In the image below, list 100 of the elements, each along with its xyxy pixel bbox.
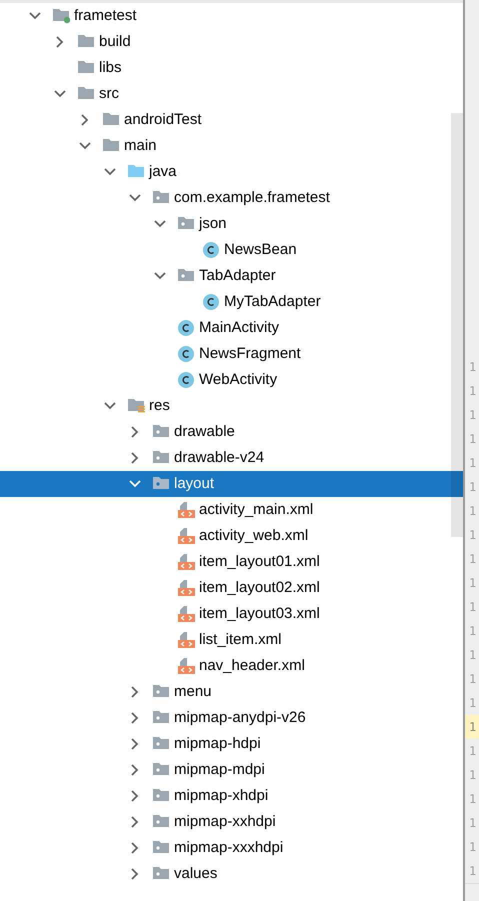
tree-item-label[interactable]: java (149, 162, 177, 182)
tree-item-label[interactable]: NewsFragment (199, 344, 301, 364)
chevron-right-icon[interactable] (131, 712, 139, 724)
tree-item-label[interactable]: list_item.xml (199, 630, 282, 650)
tree-item-label[interactable]: mipmap-xxhdpi (174, 812, 276, 832)
chevron-down-icon[interactable] (54, 90, 66, 98)
tree-item-label[interactable]: build (99, 32, 131, 52)
chevron-right-icon[interactable] (131, 790, 139, 802)
tree-item-label[interactable]: mipmap-hdpi (174, 734, 261, 754)
tree-item-label[interactable]: main (124, 136, 157, 156)
chevron-down-icon[interactable] (79, 142, 91, 150)
tree-row[interactable]: WebActivity (0, 367, 463, 393)
tree-item-label[interactable]: activity_web.xml (199, 526, 308, 546)
tree-item-label[interactable]: json (199, 214, 227, 234)
tree-row[interactable]: build (0, 29, 463, 55)
scrollbar[interactable] (451, 113, 463, 537)
tree-item-label[interactable]: mipmap-xxxhdpi (174, 838, 284, 858)
chevron-down-icon[interactable] (129, 194, 141, 202)
tree-row[interactable]: menu (0, 679, 463, 705)
tree-item-label[interactable]: TabAdapter (199, 266, 276, 286)
tree-item-label[interactable]: mipmap-anydpi-v26 (174, 708, 306, 728)
chevron-right-icon[interactable] (131, 738, 139, 750)
tree-row[interactable]: MainActivity (0, 315, 463, 341)
tree-row[interactable]: com.example.frametest (0, 185, 463, 211)
line-number: 1 (468, 695, 478, 712)
tree-row[interactable]: frametest (0, 3, 463, 29)
tree-row[interactable]: main (0, 133, 463, 159)
line-number: 1 (468, 623, 478, 640)
tree-item-label[interactable]: NewsBean (224, 240, 297, 260)
class-icon (177, 319, 195, 337)
chevron-right-icon[interactable] (81, 114, 89, 126)
tree-item-label[interactable]: values (174, 864, 218, 884)
tree-row[interactable]: mipmap-mdpi (0, 757, 463, 783)
chevron-right-icon[interactable] (131, 816, 139, 828)
tree-row[interactable]: TabAdapter (0, 263, 463, 289)
tree-row[interactable]: list_item.xml (0, 627, 463, 653)
tree-row[interactable]: activity_main.xml (0, 497, 463, 523)
tree-item-label[interactable]: androidTest (124, 110, 202, 130)
chevron-right-icon[interactable] (131, 686, 139, 698)
tree-item-label[interactable]: item_layout01.xml (199, 552, 320, 572)
chevron-right-icon[interactable] (131, 842, 139, 854)
tree-item-label[interactable]: res (149, 396, 170, 416)
tree-row[interactable]: libs (0, 55, 463, 81)
tree-item-label[interactable]: com.example.frametest (174, 188, 330, 208)
module-folder-icon (52, 7, 70, 25)
class-icon (202, 293, 220, 311)
line-number: 1 (465, 715, 479, 739)
tree-item-label[interactable]: nav_header.xml (199, 656, 305, 676)
tree-item-label[interactable]: drawable (174, 422, 235, 442)
line-number: 1 (468, 815, 478, 832)
tree-item-label[interactable]: menu (174, 682, 212, 702)
line-number: 1 (468, 767, 478, 784)
tree-row[interactable]: nav_header.xml (0, 653, 463, 679)
tree-item-label[interactable]: item_layout02.xml (199, 578, 320, 598)
tree-row[interactable]: res (0, 393, 463, 419)
tree-item-label[interactable]: item_layout03.xml (199, 604, 320, 624)
chevron-right-icon[interactable] (131, 452, 139, 464)
tree-item-label[interactable]: mipmap-mdpi (174, 760, 265, 780)
tree-item-label[interactable]: MainActivity (199, 318, 280, 338)
tree-row[interactable]: java (0, 159, 463, 185)
chevron-right-icon[interactable] (56, 36, 64, 48)
tree-row[interactable]: src (0, 81, 463, 107)
tree-row[interactable]: mipmap-xxhdpi (0, 809, 463, 835)
tree-item-label[interactable]: activity_main.xml (199, 500, 314, 520)
tree-row[interactable]: NewsFragment (0, 341, 463, 367)
tree-row[interactable]: mipmap-xxxhdpi (0, 835, 463, 861)
chevron-down-icon[interactable] (104, 402, 116, 410)
tree-row[interactable]: mipmap-hdpi (0, 731, 463, 757)
chevron-down-icon[interactable] (29, 12, 41, 20)
tree-row[interactable]: item_layout02.xml (0, 575, 463, 601)
chevron-right-icon[interactable] (131, 426, 139, 438)
tree-item-label[interactable]: src (99, 84, 119, 104)
tree-row[interactable]: mipmap-xhdpi (0, 783, 463, 809)
line-number: 1 (468, 551, 478, 568)
tree-item-label[interactable]: MyTabAdapter (224, 292, 321, 312)
tree-row[interactable]: drawable-v24 (0, 445, 463, 471)
tree-row[interactable]: mipmap-anydpi-v26 (0, 705, 463, 731)
tree-row[interactable]: item_layout01.xml (0, 549, 463, 575)
tree-row[interactable]: NewsBean (0, 237, 463, 263)
tree-item-label[interactable]: drawable-v24 (174, 448, 264, 468)
tree-row[interactable]: activity_web.xml (0, 523, 463, 549)
tree-item-label[interactable]: layout (174, 474, 214, 494)
tree-row[interactable]: item_layout03.xml (0, 601, 463, 627)
chevron-right-icon[interactable] (131, 868, 139, 880)
tree-item-label[interactable]: libs (99, 58, 122, 78)
tree-row[interactable]: values (0, 861, 463, 887)
tree-item-label[interactable]: WebActivity (199, 370, 278, 390)
tree-row[interactable]: MyTabAdapter (0, 289, 463, 315)
chevron-down-icon[interactable] (104, 168, 116, 176)
chevron-down-icon[interactable] (154, 220, 166, 228)
tree-row[interactable]: drawable (0, 419, 463, 445)
chevron-right-icon[interactable] (131, 764, 139, 776)
chevron-down-icon[interactable] (154, 272, 166, 280)
tree-item-label[interactable]: frametest (74, 6, 137, 26)
line-number: 1 (468, 863, 478, 880)
tree-row[interactable]: layout (0, 471, 463, 497)
tree-row[interactable]: androidTest (0, 107, 463, 133)
tree-row[interactable]: json (0, 211, 463, 237)
line-number: 1 (468, 359, 478, 376)
tree-item-label[interactable]: mipmap-xhdpi (174, 786, 268, 806)
